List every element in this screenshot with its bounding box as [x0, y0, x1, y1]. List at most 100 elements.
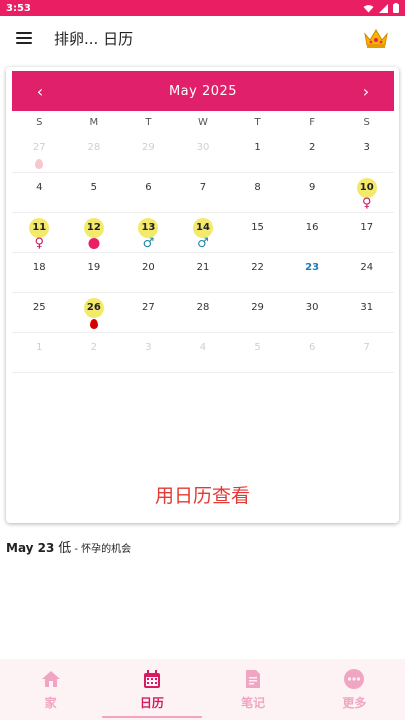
- calendar-week: 11 ♀ 12 13 ♂ 14 ♂ 15 16 17: [12, 213, 394, 253]
- calendar-grid: 27 28 29 30 1 2 3 4 5 6 7 8 9 10 ♀ 11 ♀ 12 13 ♂ 14 ♂ 15 16 17 18 1…: [12, 133, 394, 373]
- calendar-header: ‹ May 2025 ›: [12, 71, 394, 111]
- day-number: 30: [196, 142, 210, 153]
- calendar-day[interactable]: 7: [176, 173, 231, 212]
- app-bar: 排卵... 日历: [0, 16, 405, 60]
- day-number: 28: [196, 302, 210, 313]
- calendar-day[interactable]: 1: [12, 333, 67, 372]
- calendar-day[interactable]: 14 ♂: [176, 213, 231, 252]
- day-number: 18: [32, 262, 46, 273]
- day-number: 6: [308, 342, 316, 353]
- nav-item-calendar[interactable]: 日历: [101, 659, 202, 720]
- calendar-day[interactable]: 28: [176, 293, 231, 332]
- calendar-day[interactable]: 7: [339, 333, 394, 372]
- calendar-day[interactable]: 3: [339, 133, 394, 172]
- calendar-day[interactable]: 24: [339, 253, 394, 292]
- calendar-day[interactable]: 23: [285, 253, 340, 292]
- calendar-day[interactable]: 22: [230, 253, 285, 292]
- calendar-day[interactable]: 6: [121, 173, 176, 212]
- calendar-day[interactable]: 9: [285, 173, 340, 212]
- calendar-card: ‹ May 2025 › SMTWTFS 27 28 29 30 1 2 3 4 5 6 7 8 9 10…: [6, 67, 399, 523]
- day-number: 2: [308, 142, 316, 153]
- weekday-label: M: [89, 117, 99, 128]
- chevron-right-icon[interactable]: ›: [356, 82, 376, 101]
- day-number: 29: [142, 142, 155, 153]
- nav-label: 日历: [139, 696, 164, 710]
- status-icons: [363, 3, 399, 13]
- calendar-day[interactable]: 8: [230, 173, 285, 212]
- calendar-day[interactable]: 16: [285, 213, 340, 252]
- calendar-day[interactable]: 5: [230, 333, 285, 372]
- day-number: 20: [142, 262, 155, 273]
- calendar-day[interactable]: 4: [176, 333, 231, 372]
- day-number: 9: [308, 182, 316, 193]
- weekday-label: W: [198, 117, 208, 128]
- calendar-day[interactable]: 6: [285, 333, 340, 372]
- calendar-day[interactable]: 4: [12, 173, 67, 212]
- day-number: 31: [360, 302, 374, 313]
- calendar-day[interactable]: 12: [67, 213, 122, 252]
- weekday-row: SMTWTFS: [12, 115, 394, 131]
- chevron-left-icon[interactable]: ‹: [30, 82, 50, 101]
- calendar-day[interactable]: 21: [176, 253, 231, 292]
- calendar-day[interactable]: 29: [121, 133, 176, 172]
- day-number: 27: [32, 142, 46, 153]
- calendar-day[interactable]: 25: [12, 293, 67, 332]
- calendar-day[interactable]: 30: [176, 133, 231, 172]
- calendar-day[interactable]: 28: [67, 133, 122, 172]
- menu-icon[interactable]: [16, 32, 32, 44]
- ovulation-egg-icon: [88, 238, 100, 249]
- day-number: 6: [145, 182, 152, 193]
- day-number: 19: [87, 262, 101, 273]
- calendar-day[interactable]: 1: [230, 133, 285, 172]
- day-number: 12: [83, 218, 104, 238]
- calendar-day[interactable]: 26: [67, 293, 122, 332]
- weekday-label: F: [309, 117, 316, 128]
- calendar-day[interactable]: 19: [67, 253, 122, 292]
- note-icon: [246, 670, 261, 688]
- calendar-day[interactable]: 10 ♀: [339, 173, 394, 212]
- calendar-day[interactable]: 5: [67, 173, 122, 212]
- day-number: 15: [251, 222, 264, 233]
- nav-item-home[interactable]: 家: [0, 659, 101, 720]
- day-number: 3: [363, 142, 370, 153]
- calendar-day[interactable]: 18: [12, 253, 67, 292]
- crown-icon[interactable]: [363, 27, 389, 49]
- calendar-day[interactable]: 2: [67, 333, 122, 372]
- calendar-day[interactable]: 13 ♂: [121, 213, 176, 252]
- info-desc: - 怀孕的机会: [71, 544, 132, 555]
- calendar-day[interactable]: 17: [339, 213, 394, 252]
- status-bar: 3:53: [0, 0, 405, 16]
- calendar-day[interactable]: 27: [12, 133, 67, 172]
- calendar-day[interactable]: 30: [285, 293, 340, 332]
- day-number: 1: [254, 142, 261, 153]
- nav-item-note[interactable]: 笔记: [203, 659, 304, 720]
- day-number: 27: [142, 302, 155, 313]
- calendar-day[interactable]: 3: [121, 333, 176, 372]
- day-number: 7: [199, 182, 207, 193]
- fertility-info: May 23 低 - 怀孕的机会: [6, 537, 131, 556]
- day-number: 29: [251, 302, 264, 313]
- day-number: 25: [32, 302, 46, 313]
- nav-label: 笔记: [241, 696, 266, 710]
- day-number: 11: [29, 218, 50, 238]
- day-number: 14: [192, 218, 213, 238]
- info-level: 低: [58, 541, 72, 556]
- day-number: 10: [356, 178, 377, 198]
- calendar-week: 18 19 20 21 22 23 24: [12, 253, 394, 293]
- nav-label: 家: [44, 696, 57, 710]
- calendar-day[interactable]: 27: [121, 293, 176, 332]
- calendar-day[interactable]: 20: [121, 253, 176, 292]
- day-number: 22: [251, 262, 264, 273]
- status-time: 3:53: [6, 2, 31, 14]
- day-number: 5: [254, 342, 261, 353]
- calendar-day[interactable]: 2: [285, 133, 340, 172]
- calendar-day[interactable]: 15: [230, 213, 285, 252]
- day-number: 1: [36, 342, 43, 353]
- nav-item-more[interactable]: 更多: [304, 659, 405, 720]
- calendar-day[interactable]: 31: [339, 293, 394, 332]
- day-number: 23: [305, 262, 320, 273]
- day-number: 4: [36, 182, 43, 193]
- day-number: 26: [83, 298, 104, 318]
- calendar-day[interactable]: 29: [230, 293, 285, 332]
- calendar-day[interactable]: 11 ♀: [12, 213, 67, 252]
